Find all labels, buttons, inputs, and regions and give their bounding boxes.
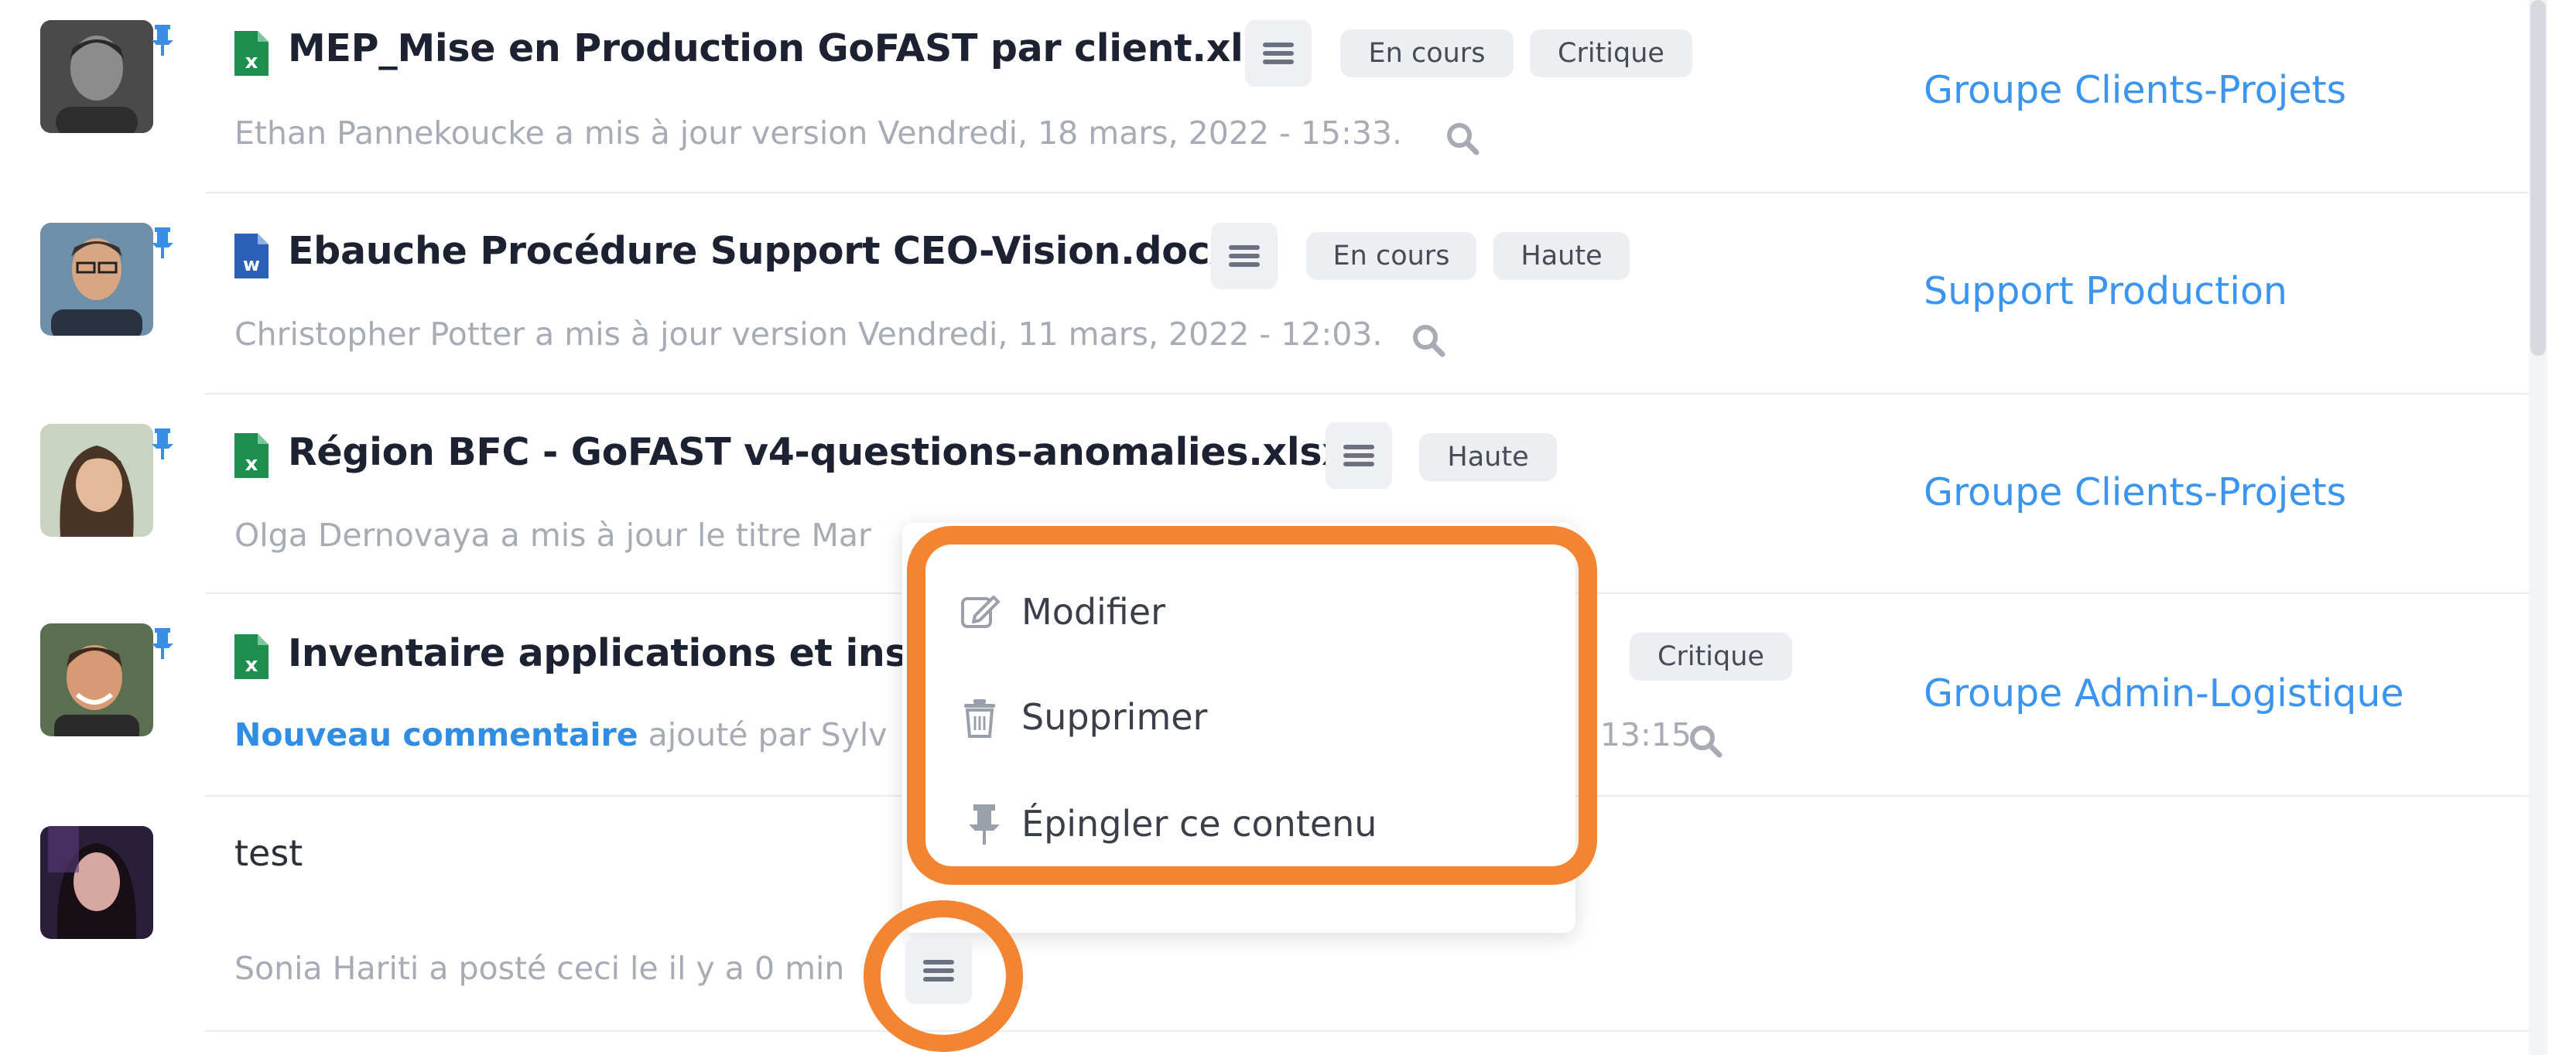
group-link[interactable]: Support Production bbox=[1924, 269, 2287, 313]
avatar[interactable] bbox=[40, 223, 153, 336]
pin-icon bbox=[152, 428, 173, 459]
group-link[interactable]: Groupe Clients-Projets bbox=[1924, 470, 2346, 514]
activity-meta: Sonia Hariti a posté ceci le il y a 0 mi… bbox=[234, 950, 845, 987]
status-badge: En cours bbox=[1340, 29, 1514, 77]
actions-menu-button[interactable] bbox=[1245, 20, 1312, 87]
avatar[interactable] bbox=[40, 20, 153, 133]
activity-meta: Ethan Pannekoucke a mis à jour version V… bbox=[234, 114, 1403, 152]
priority-badge: Haute bbox=[1493, 232, 1630, 280]
actions-menu-button[interactable] bbox=[1326, 422, 1392, 489]
priority-badge: Critique bbox=[1530, 29, 1692, 77]
excel-file-icon: x bbox=[234, 31, 269, 76]
row-divider bbox=[205, 192, 2530, 193]
search-icon[interactable] bbox=[1444, 120, 1481, 157]
document-title[interactable]: Région BFC - GoFAST v4-questions-anomali… bbox=[288, 430, 1346, 474]
group-link[interactable]: Groupe Clients-Projets bbox=[1924, 68, 2346, 112]
word-file-icon: w bbox=[234, 234, 269, 278]
post-text: test bbox=[234, 832, 303, 874]
document-title[interactable]: MEP_Mise en Production GoFAST par client… bbox=[288, 26, 1290, 70]
document-title[interactable]: Ebauche Procédure Support CEO-Vision.doc… bbox=[288, 229, 1234, 273]
search-icon[interactable] bbox=[1410, 322, 1447, 359]
pin-icon bbox=[152, 25, 173, 56]
new-comment-label[interactable]: Nouveau commentaire bbox=[234, 716, 638, 753]
activity-meta: Nouveau commentaire ajouté par Sylv bbox=[234, 716, 888, 753]
svg-text:x: x bbox=[245, 452, 258, 476]
group-link[interactable]: Groupe Admin-Logistique bbox=[1924, 671, 2404, 715]
pin-icon bbox=[152, 628, 173, 659]
search-icon[interactable] bbox=[1687, 722, 1724, 760]
activity-meta: Christopher Potter a mis à jour version … bbox=[234, 316, 1383, 353]
svg-text:w: w bbox=[243, 254, 260, 275]
highlight-annotation-rect bbox=[907, 526, 1597, 885]
row-divider bbox=[205, 1030, 2530, 1032]
pin-icon bbox=[152, 227, 173, 258]
svg-text:x: x bbox=[245, 654, 258, 677]
row-divider bbox=[205, 393, 2530, 394]
svg-text:x: x bbox=[245, 50, 258, 73]
avatar[interactable] bbox=[40, 424, 153, 537]
excel-file-icon: x bbox=[234, 634, 269, 679]
priority-badge: Critique bbox=[1630, 633, 1792, 681]
priority-badge: Haute bbox=[1419, 433, 1557, 481]
highlight-annotation-circle bbox=[864, 900, 1023, 1052]
actions-menu-button[interactable] bbox=[1211, 223, 1278, 289]
activity-meta: Olga Dernovaya a mis à jour le titre Mar bbox=[234, 517, 871, 554]
excel-file-icon: x bbox=[234, 433, 269, 478]
avatar[interactable] bbox=[40, 623, 153, 736]
status-badge: En cours bbox=[1306, 232, 1476, 280]
document-title[interactable]: Inventaire applications et insta bbox=[288, 631, 951, 675]
scrollbar-thumb[interactable] bbox=[2530, 0, 2546, 356]
avatar[interactable] bbox=[40, 826, 153, 939]
activity-meta-text: ajouté par Sylv bbox=[638, 716, 888, 753]
